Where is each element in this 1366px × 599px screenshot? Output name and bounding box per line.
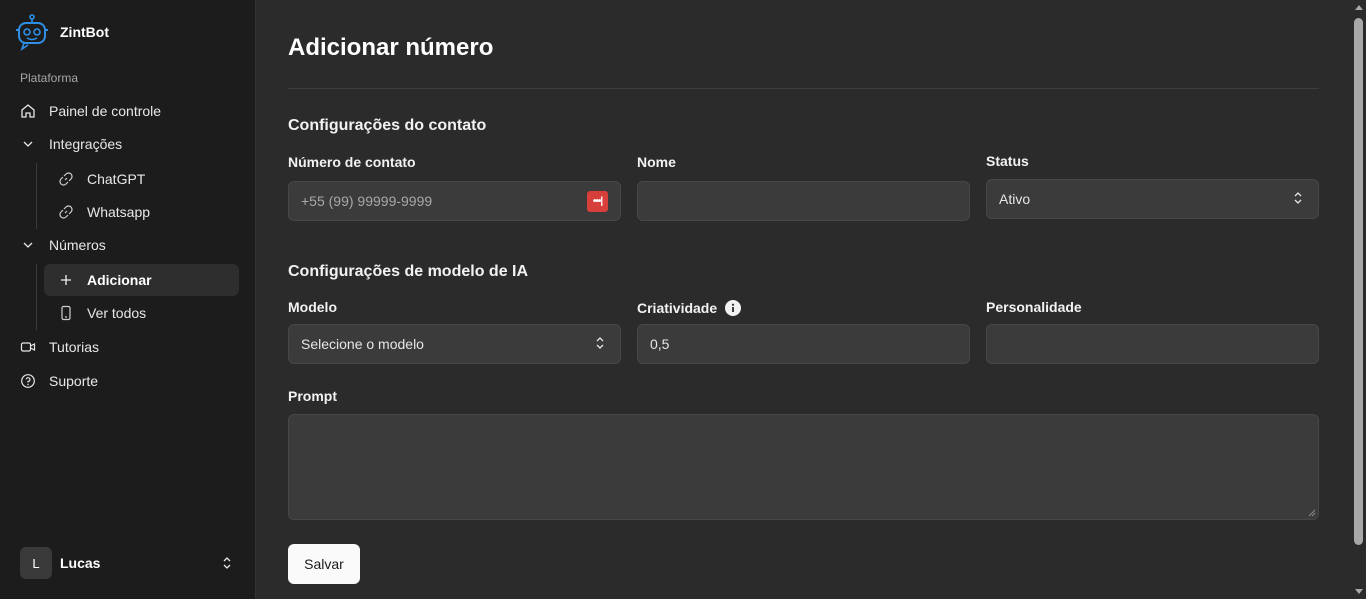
chevrons-up-down-icon [219,555,235,571]
save-button[interactable]: Salvar [288,544,360,584]
status-value: Ativo [999,191,1031,207]
main-content: Adicionar número Configurações do contat… [256,0,1352,599]
sidebar-item-label: Whatsapp [87,204,151,220]
phone-icon [58,305,74,321]
robot-logo-icon [14,12,50,52]
creativity-value: 0,5 [650,336,670,352]
status-select[interactable]: Ativo [986,179,1319,219]
help-circle-icon [20,373,36,389]
user-name: Lucas [60,555,101,571]
brand[interactable]: ZintBot [14,12,109,52]
resize-handle-icon[interactable] [1306,507,1316,517]
sidebar-item-integrations[interactable]: Integrações [20,129,122,159]
creativity-label-text: Criatividade [637,300,718,316]
phone-label: Número de contato [288,154,416,170]
avatar: L [20,547,52,579]
scrollbar[interactable] [1352,0,1366,599]
user-menu[interactable]: L Lucas [20,547,235,579]
divider [288,88,1319,89]
status-label: Status [986,153,1029,169]
link-icon [58,204,74,220]
prompt-label: Prompt [288,388,337,404]
sidebar-item-label: Números [49,237,106,253]
model-label: Modelo [288,299,337,315]
sidebar: ZintBot Plataforma Painel de controle In… [0,0,256,599]
home-icon [20,103,36,119]
sidebar-item-whatsapp[interactable]: Whatsapp [44,196,239,228]
submenu-line [36,163,37,229]
model-select[interactable]: Selecione o modelo [288,324,621,364]
phone-input[interactable]: +55 (99) 99999-9999 •••| [288,181,621,221]
video-icon [20,339,36,355]
sidebar-item-label: Painel de controle [49,103,162,119]
submenu-line [36,264,37,330]
sidebar-item-label: Tutorias [49,339,100,355]
sidebar-item-add[interactable]: Adicionar [44,264,239,296]
chevrons-up-down-icon [1290,190,1306,209]
link-icon [58,171,74,187]
sidebar-item-label: ChatGPT [87,171,146,187]
sidebar-item-label: Ver todos [87,305,147,321]
name-input[interactable] [637,181,970,221]
sidebar-item-view-all[interactable]: Ver todos [44,297,239,329]
chevron-down-icon [20,237,36,253]
sidebar-item-dashboard[interactable]: Painel de controle [20,96,161,126]
contact-section-title: Configurações do contato [288,117,487,134]
sidebar-item-label: Suporte [49,373,99,389]
sidebar-item-label: Adicionar [87,272,152,288]
info-icon[interactable] [725,300,742,316]
scroll-up-icon[interactable] [1355,5,1363,10]
model-value: Selecione o modelo [301,336,424,352]
brand-name: ZintBot [60,24,109,40]
sidebar-item-support[interactable]: Suporte [20,366,98,396]
password-manager-icon[interactable]: •••| [587,190,608,212]
sidebar-item-numbers[interactable]: Números [20,230,106,260]
plus-icon [58,272,74,288]
chevrons-up-down-icon [592,335,608,354]
ai-section-title: Configurações de modelo de IA [288,263,529,280]
creativity-label: Criatividade [637,300,742,316]
name-label: Nome [637,154,676,170]
scrollbar-thumb[interactable] [1354,18,1363,545]
prompt-textarea[interactable] [288,414,1319,520]
creativity-input[interactable]: 0,5 [637,324,970,364]
sidebar-item-chatgpt[interactable]: ChatGPT [44,163,239,195]
sidebar-item-tutorials[interactable]: Tutorias [20,332,99,362]
scroll-down-icon[interactable] [1355,589,1363,594]
phone-placeholder: +55 (99) 99999-9999 [301,193,433,209]
page-title: Adicionar número [288,34,494,61]
personality-label: Personalidade [986,299,1082,315]
sidebar-item-label: Integrações [49,136,123,152]
chevron-down-icon [20,136,36,152]
section-label: Plataforma [20,71,79,85]
personality-input[interactable] [986,324,1319,364]
